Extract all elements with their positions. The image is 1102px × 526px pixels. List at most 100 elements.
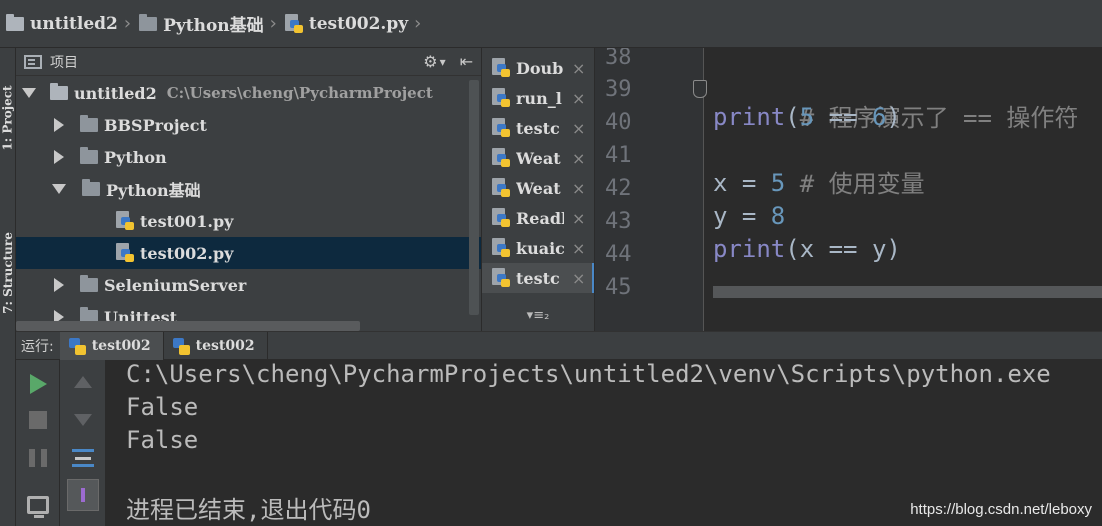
tree-item-python[interactable]: Python — [16, 141, 481, 173]
tree-item-test002[interactable]: test002.py — [16, 237, 481, 269]
structure-tool-tab[interactable]: 7: Structure — [0, 198, 16, 348]
code-editor[interactable]: 38 39 40 41 42 43 44 45 # 程序演示了 == 操作符 p… — [595, 48, 1102, 331]
tree-item-label: SeleniumServer — [104, 275, 247, 295]
close-icon[interactable]: × — [572, 269, 585, 288]
rerun-button[interactable] — [26, 372, 50, 396]
python-icon — [172, 336, 190, 356]
scroll-to-end-icon — [67, 479, 99, 511]
soft-wrap-icon — [72, 449, 94, 467]
breadcrumb-file-label: test002.py — [308, 13, 409, 34]
tree-item-bbsproject[interactable]: BBSProject — [16, 109, 481, 141]
tree-item-label: BBSProject — [104, 115, 207, 135]
breadcrumb-project[interactable]: untitled2 › — [6, 0, 139, 48]
open-file-item[interactable]: Weat × — [482, 143, 594, 173]
tree-item-python-basics[interactable]: Python基础 — [16, 173, 481, 205]
close-icon[interactable]: × — [572, 89, 585, 108]
open-file-item[interactable]: Readl × — [482, 203, 594, 233]
code-comment: # 使用变量 — [799, 170, 925, 198]
next-occurrence-button[interactable] — [71, 408, 95, 432]
run-toolbar-primary — [16, 360, 60, 526]
tree-item-test001[interactable]: test001.py — [16, 205, 481, 237]
collapsed-arrow-icon[interactable] — [54, 278, 64, 292]
python-file-icon — [492, 178, 510, 198]
run-tab-label: test002 — [91, 337, 151, 354]
open-file-label: testc — [516, 118, 560, 138]
collapse-panel-icon[interactable]: ⇤ — [460, 52, 473, 71]
close-icon[interactable]: × — [572, 179, 585, 198]
expand-arrow-icon[interactable] — [22, 88, 36, 98]
more-files-icon[interactable]: ▾≡₂ — [482, 308, 594, 323]
close-icon[interactable]: × — [572, 119, 585, 138]
code-builtin: print — [713, 235, 786, 263]
line-number: 40 — [605, 110, 632, 135]
close-icon[interactable]: × — [572, 149, 585, 168]
project-tool-tab[interactable]: 1: Project — [0, 58, 16, 178]
code-number: 8 — [770, 202, 786, 230]
line-number: 38 — [605, 48, 632, 70]
gear-icon[interactable]: ⚙ — [423, 52, 437, 71]
fold-marker-icon[interactable] — [693, 80, 707, 98]
expand-arrow-icon[interactable] — [52, 184, 66, 194]
line-number: 45 — [605, 275, 632, 300]
project-view-icon[interactable] — [24, 54, 42, 69]
open-file-item[interactable]: testc × — [482, 113, 594, 143]
open-file-label: testc — [516, 268, 560, 288]
scroll-to-end-button[interactable] — [66, 478, 100, 512]
code-text: y = — [713, 202, 771, 230]
open-file-label: Weat — [516, 148, 561, 168]
soft-wrap-button[interactable] — [71, 446, 95, 470]
tree-item-label: Python — [104, 147, 167, 167]
run-tab[interactable]: test002 — [59, 331, 164, 360]
stop-icon — [29, 411, 47, 429]
open-file-item[interactable]: Doub × — [482, 53, 594, 83]
python-file-icon — [116, 243, 134, 263]
previous-occurrence-button[interactable] — [71, 370, 95, 394]
editor-horizontal-scrollbar[interactable] — [713, 286, 1102, 298]
arrow-down-icon — [74, 414, 92, 426]
project-vertical-scrollbar[interactable] — [469, 80, 479, 315]
open-file-item[interactable]: kuaic × — [482, 233, 594, 263]
tree-root-untitled2[interactable]: untitled2 C:\Users\cheng\PycharmProject — [16, 77, 481, 109]
folder-icon — [82, 179, 100, 196]
run-console[interactable]: C:\Users\cheng\PycharmProjects\untitled2… — [106, 360, 1102, 526]
code-text: == — [814, 103, 872, 131]
breadcrumb: untitled2 › Python基础 › test002.py › — [0, 0, 1102, 48]
close-icon[interactable]: × — [572, 239, 585, 258]
open-file-label: Weat — [516, 178, 561, 198]
project-horizontal-scrollbar[interactable] — [16, 321, 360, 331]
chevron-right-icon: › — [414, 13, 422, 34]
code-line: y = 8 — [713, 202, 785, 230]
run-toolbar-secondary — [60, 360, 106, 526]
breadcrumb-folder[interactable]: Python基础 › — [139, 0, 285, 48]
breadcrumb-file[interactable]: test002.py › — [284, 0, 429, 48]
code-number: 5 — [770, 169, 786, 197]
console-line: 进程已结束,退出代码0 — [126, 496, 371, 524]
python-file-icon — [492, 238, 510, 258]
open-file-item[interactable]: Weat × — [482, 173, 594, 203]
stop-button[interactable] — [26, 408, 50, 432]
pycharm-window: untitled2 › Python基础 › test002.py › 1: P… — [0, 0, 1102, 526]
breadcrumb-folder-label: Python基础 — [163, 16, 264, 36]
python-file-icon — [492, 208, 510, 228]
code-builtin: print — [713, 103, 786, 131]
tree-item-seleniumserver[interactable]: SeleniumServer — [16, 269, 481, 301]
settings-button[interactable] — [26, 493, 50, 518]
python-file-icon — [492, 118, 510, 138]
code-line: x = 5 — [713, 169, 785, 197]
run-tab[interactable]: test002 — [164, 331, 268, 360]
python-file-icon — [116, 211, 134, 231]
close-icon[interactable]: × — [572, 209, 585, 228]
open-files-list: Doub × run_l × testc × Weat × Weat × Rea… — [481, 48, 595, 331]
collapsed-arrow-icon[interactable] — [54, 118, 64, 132]
chevron-right-icon: › — [269, 13, 277, 34]
open-file-item[interactable]: run_l × — [482, 83, 594, 113]
run-panel-label: 运行: — [21, 338, 54, 355]
close-icon[interactable]: × — [572, 59, 585, 78]
editor-gutter: 38 39 40 41 42 43 44 45 — [595, 48, 703, 331]
pause-button[interactable] — [26, 446, 50, 470]
code-text: ( — [785, 103, 800, 131]
open-file-item-active[interactable]: testc × — [482, 263, 594, 293]
chevron-down-icon[interactable]: ▾ — [440, 55, 446, 69]
folder-icon — [6, 13, 24, 31]
collapsed-arrow-icon[interactable] — [54, 150, 64, 164]
